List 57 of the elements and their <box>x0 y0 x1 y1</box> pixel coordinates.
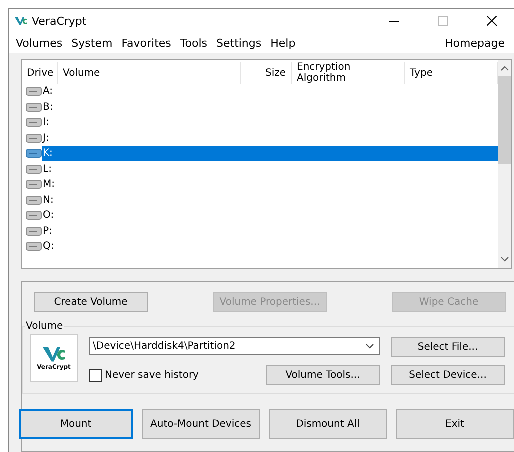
menu-item[interactable]: Volumes <box>16 36 68 50</box>
drive-row[interactable]: A: <box>42 84 498 100</box>
main-button[interactable]: Dismount All <box>269 409 387 439</box>
never-save-history-checkbox[interactable]: Never save history <box>89 368 199 382</box>
main-button[interactable]: Auto-Mount Devices <box>142 409 260 439</box>
drive-row[interactable]: N: <box>42 192 498 208</box>
drive-row[interactable]: I: <box>42 115 498 130</box>
select-file-button[interactable]: Select File... <box>391 337 505 357</box>
dropdown-icon <box>366 344 374 348</box>
maximize-icon <box>438 16 448 26</box>
main-button[interactable]: Mount <box>19 409 133 439</box>
scrollbar[interactable] <box>498 60 511 268</box>
app-logo-icon <box>15 16 27 26</box>
menu-item[interactable]: Help <box>270 36 301 50</box>
menu-item[interactable]: Settings <box>216 36 267 50</box>
drive-icon <box>26 134 42 143</box>
drive-icon <box>26 180 42 190</box>
drive-row[interactable]: P: <box>42 224 498 239</box>
drive-icon <box>26 226 42 236</box>
path-text: \Device\Harddisk4\Partition2 <box>93 340 236 352</box>
column-header[interactable]: Volume <box>58 62 241 84</box>
minimize-icon <box>389 20 399 22</box>
window-title: VeraCrypt <box>32 14 88 28</box>
drive-row[interactable]: O: <box>42 208 498 224</box>
drive-icon <box>26 87 42 96</box>
main-button[interactable]: Exit <box>396 409 514 439</box>
drive-row[interactable]: B: <box>42 100 498 115</box>
action-button[interactable]: Create Volume <box>34 292 148 312</box>
column-header[interactable]: Size <box>241 62 292 84</box>
drive-icon <box>26 102 42 112</box>
scroll-down-icon <box>500 257 508 262</box>
drive-icon <box>26 242 42 252</box>
drive-row[interactable]: K: <box>42 146 498 162</box>
menu-item[interactable]: Tools <box>180 36 212 50</box>
drive-row[interactable]: M: <box>42 177 498 192</box>
checkbox-label: Never save history <box>105 370 199 380</box>
close-icon <box>487 16 497 26</box>
drive-row[interactable]: J: <box>42 130 498 146</box>
volume-path-field[interactable]: \Device\Harddisk4\Partition2 <box>89 337 380 355</box>
group-label: Volume <box>25 321 64 332</box>
select-device-button[interactable]: Select Device... <box>391 365 505 385</box>
column-header[interactable]: Encryption Algorithm <box>292 62 405 84</box>
vc-mark-icon <box>43 345 65 363</box>
drive-row[interactable]: Q: <box>42 239 498 254</box>
drive-icon <box>26 164 42 174</box>
scroll-up-icon <box>500 66 508 71</box>
drive-icon <box>26 118 42 128</box>
drive-icon <box>26 211 42 220</box>
checkbox[interactable] <box>89 368 102 382</box>
menu-item[interactable]: Favorites <box>122 36 176 50</box>
menu-item[interactable]: System <box>72 36 118 50</box>
drive-row[interactable]: L: <box>42 162 498 177</box>
volume-tools-button[interactable]: Volume Tools... <box>266 365 380 385</box>
drive-icon <box>26 149 42 158</box>
column-header[interactable]: Drive <box>22 62 58 84</box>
homepage-link[interactable]: Homepage <box>445 36 510 50</box>
drive-icon <box>26 196 42 205</box>
